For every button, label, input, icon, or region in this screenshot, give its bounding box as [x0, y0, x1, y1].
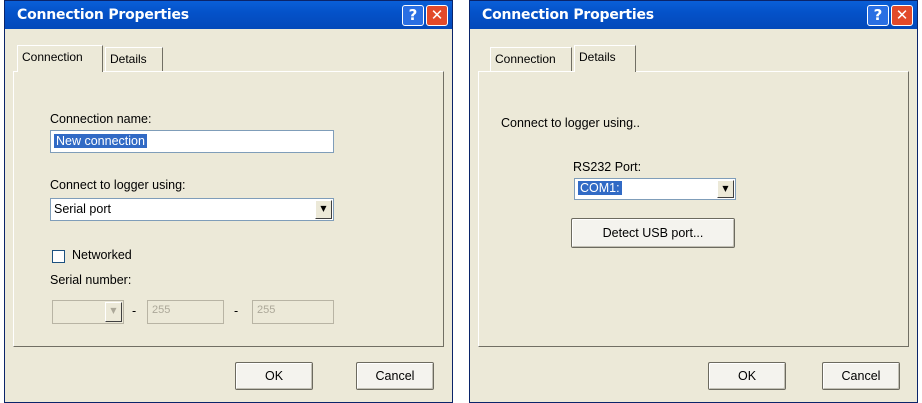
cancel-label: Cancel	[841, 369, 881, 383]
cancel-label: Cancel	[375, 369, 415, 383]
detect-usb-port-label: Detect USB port...	[602, 226, 704, 240]
help-button[interactable]: ?	[867, 5, 889, 26]
connect-using-label: Connect to logger using:	[50, 178, 186, 192]
networked-checkbox[interactable]	[52, 250, 65, 263]
cancel-button[interactable]: Cancel	[356, 362, 434, 390]
tab-label: Details	[110, 52, 147, 66]
chevron-down-icon[interactable]: ▼	[105, 302, 122, 322]
tab-connection[interactable]: Connection	[17, 45, 103, 72]
rs232-port-value: COM1:	[578, 181, 622, 195]
serial-separator-1: -	[132, 304, 137, 318]
connection-properties-dialog-left: Connection Properties ? ✕ Connection Det…	[4, 0, 453, 403]
tab-connection[interactable]: Connection	[490, 47, 572, 71]
serial-separator-2: -	[234, 304, 239, 318]
chevron-down-icon[interactable]: ▼	[717, 180, 734, 198]
ok-button[interactable]: OK	[708, 362, 786, 390]
connection-name-value: New connection	[54, 134, 147, 148]
connection-name-label: Connection name:	[50, 112, 152, 126]
connection-properties-dialog-right: Connection Properties ? ✕ Connection Det…	[469, 0, 918, 403]
tab-label: Details	[579, 50, 616, 64]
title-bar[interactable]: Connection Properties ? ✕	[5, 1, 452, 29]
detect-usb-port-button[interactable]: Detect USB port...	[571, 218, 735, 248]
serial-part3-value: 255	[257, 304, 276, 316]
serial-number-label: Serial number:	[50, 273, 132, 287]
help-icon: ?	[873, 6, 883, 24]
tab-label: Connection	[22, 50, 83, 64]
serial-part2-input[interactable]: 255	[147, 300, 224, 324]
tab-details[interactable]: Details	[574, 45, 636, 72]
cancel-button[interactable]: Cancel	[822, 362, 900, 390]
tab-panel-connection: Connection name: New connection Connect …	[13, 71, 444, 347]
rs232-port-dropdown[interactable]: COM1: ▼	[574, 178, 736, 200]
close-button[interactable]: ✕	[891, 5, 913, 26]
rs232-port-label: RS232 Port:	[573, 160, 642, 174]
help-button[interactable]: ?	[402, 5, 424, 26]
tab-details[interactable]: Details	[105, 47, 163, 71]
connect-using-text: Connect to logger using..	[501, 116, 640, 130]
ok-label: OK	[737, 369, 757, 383]
help-icon: ?	[408, 6, 418, 24]
close-icon: ✕	[895, 6, 909, 24]
dialog-title: Connection Properties	[17, 7, 189, 23]
networked-label: Networked	[72, 248, 132, 262]
ok-label: OK	[264, 369, 284, 383]
title-bar[interactable]: Connection Properties ? ✕	[470, 1, 917, 29]
tab-label: Connection	[495, 52, 556, 66]
close-icon: ✕	[430, 6, 444, 24]
ok-button[interactable]: OK	[235, 362, 313, 390]
serial-part2-value: 255	[152, 304, 171, 316]
serial-part3-input[interactable]: 255	[252, 300, 334, 324]
tab-panel-details: Connect to logger using.. RS232 Port: CO…	[478, 71, 909, 347]
connection-name-input[interactable]: New connection	[50, 130, 334, 153]
connect-using-value: Serial port	[54, 202, 111, 216]
chevron-down-icon[interactable]: ▼	[315, 200, 332, 219]
connect-using-dropdown[interactable]: Serial port ▼	[50, 198, 334, 221]
dialog-title: Connection Properties	[482, 7, 654, 23]
close-button[interactable]: ✕	[426, 5, 448, 26]
serial-part1-dropdown[interactable]: ▼	[52, 300, 124, 324]
